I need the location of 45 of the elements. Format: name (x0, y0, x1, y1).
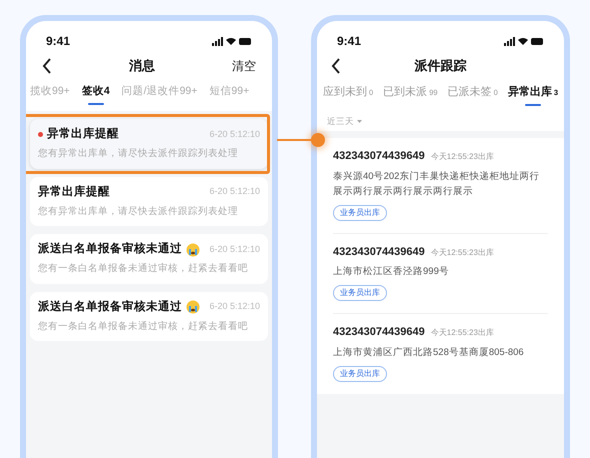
message-title: 派送白名单报备审核未通过 (38, 241, 182, 257)
status-tag: 业务员出库 (333, 366, 387, 382)
address: 上海市黄浦区广西北路528号基商厦805-806 (333, 346, 525, 360)
shipment-item[interactable]: 432343074439649 今天12:55:23出库 泰兴源40号202东门丰巢快递柜快递柜地址两行展示两行展示两行展示两行展示 业务员出库 (333, 138, 548, 232)
status-time: 9:41 (46, 33, 70, 50)
message-title: 派送白名单报备审核未通过 (38, 299, 182, 314)
message-body: 您有异常出库单，请尽快去派件跟踪列表处理 (38, 147, 239, 162)
back-icon[interactable] (331, 58, 341, 74)
message-card[interactable]: 派送白名单报备审核未通过 6-20 5:12:10 您有一条白名单报备未通过审核，赶紧去看看吧 (30, 292, 268, 341)
address: 泰兴源40号202东门丰巢快递柜快递柜地址两行展示两行展示两行展示两行展示 (333, 170, 540, 198)
message-time: 6-20 5:12:10 (209, 300, 260, 314)
clear-button[interactable]: 清空 (232, 57, 256, 75)
status-icons (504, 36, 544, 46)
message-time: 6-20 5:12:10 (209, 185, 260, 198)
tracking-number: 432343074439649 (333, 325, 425, 340)
connector-line (277, 139, 313, 141)
crying-emoji-icon (186, 300, 200, 314)
caret-icon (357, 120, 362, 122)
message-body: 您有异常出库单，请尽快去派件跟踪列表处理 (38, 204, 239, 219)
address: 上海市松江区香泾路999号 (333, 265, 450, 279)
message-title: 异常出库提醒 (47, 126, 119, 142)
back-icon[interactable] (42, 58, 52, 74)
status-time: 9:41 (337, 33, 362, 50)
message-body: 您有一条白名单报备未通过审核，赶紧去看看吧 (38, 262, 249, 276)
message-title: 异常出库提醒 (38, 184, 110, 200)
message-time: 6-20 5:12:10 (209, 128, 260, 141)
outbound-time: 今天12:55:23出库 (430, 151, 494, 163)
status-tag: 业务员出库 (333, 285, 387, 301)
tab[interactable]: 签收4 (82, 84, 110, 105)
message-body: 您有一条白名单报备未通过审核，赶紧去看看吧 (38, 320, 249, 334)
message-time: 6-20 5:12:10 (209, 242, 260, 256)
screen-title: 消息 (129, 57, 155, 76)
message-card[interactable]: 异常出库提醒 6-20 5:12:10 您有异常出库单，请尽快去派件跟踪列表处理 (30, 119, 268, 168)
message-card[interactable]: 派送白名单报备审核未通过 6-20 5:12:10 您有一条白名单报备未通过审核，赶紧去看看吧 (30, 234, 268, 284)
message-card[interactable]: 异常出库提醒 6-20 5:12:10 您有异常出库单，请尽快去派件跟踪列表处理 (30, 176, 268, 226)
tracking-number: 432343074439649 (333, 149, 425, 164)
status-icons (212, 36, 252, 46)
tracking-number: 432343074439649 (333, 244, 425, 260)
crying-emoji-icon (186, 242, 200, 257)
outbound-time: 今天12:55:23出库 (430, 246, 494, 258)
screen-title: 派件跟踪 (414, 57, 466, 76)
shipment-item[interactable]: 432343074439649 今天12:55:23出库 上海市松江区香泾路999号 业务员出库 (333, 232, 548, 313)
status-tag: 业务员出库 (333, 204, 387, 220)
outbound-time: 今天12:55:23出库 (430, 327, 494, 339)
shipment-item[interactable]: 432343074439649 今天12:55:23出库 上海市黄浦区广西北路528号基商厦805-806 业务员出库 (333, 313, 548, 394)
